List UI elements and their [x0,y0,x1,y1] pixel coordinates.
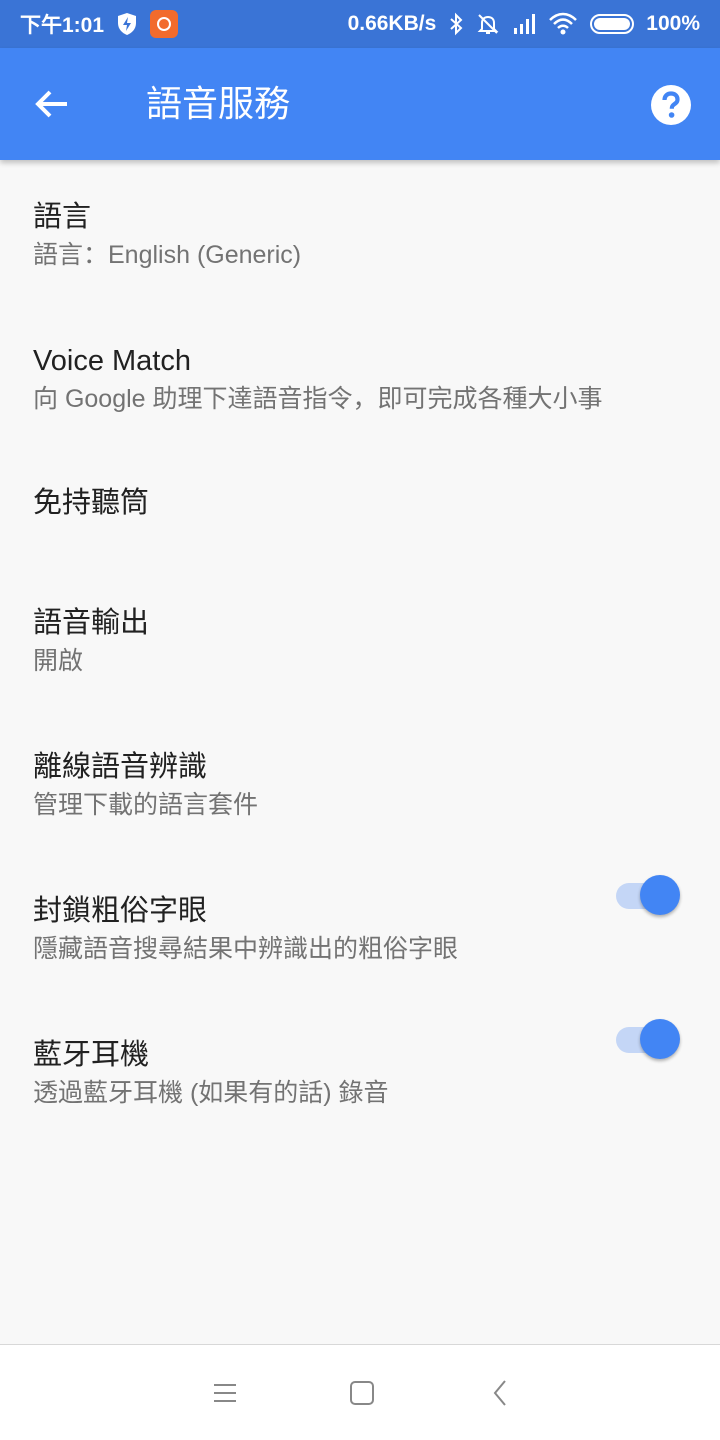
settings-list: 語言 語言：English (Generic) Voice Match 向 Go… [0,160,720,1128]
toggle-thumb [640,1019,680,1059]
setting-title: 免持聽筒 [33,487,150,519]
setting-block-offensive[interactable]: 封鎖粗俗字眼 隱藏語音搜尋結果中辨識出的粗俗字眼 [0,840,720,984]
battery-icon [590,14,635,34]
page-title: 語音服務 [146,83,291,124]
battery-fill [594,18,631,30]
block-offensive-toggle[interactable] [614,873,682,917]
help-circle-icon [651,85,691,125]
setting-title: 語言 [33,201,92,233]
setting-offline-recognition[interactable]: 離線語音辨識 管理下載的語言套件 [0,696,720,840]
arrow-left-icon [35,90,67,118]
status-bar: 下午1:01 0.66KB/s 100% [0,0,720,48]
setting-bluetooth-headset[interactable]: 藍牙耳機 透過藍牙耳機 (如果有的話) 錄音 [0,984,720,1128]
home-square-icon [350,1381,374,1405]
system-nav-bar [0,1344,720,1440]
nav-menu-button[interactable] [205,1375,245,1411]
setting-subtitle: 隱藏語音搜尋結果中辨識出的粗俗字眼 [33,935,459,963]
setting-language[interactable]: 語言 語言：English (Generic) [0,160,720,304]
setting-voice-match[interactable]: Voice Match 向 Google 助理下達語音指令，即可完成各種大小事 [0,304,720,448]
back-button[interactable] [32,84,72,124]
back-chevron-icon [493,1380,506,1406]
setting-title: Voice Match [33,345,191,377]
setting-subtitle: 管理下載的語言套件 [33,791,259,819]
app-bar: 語音服務 [0,48,720,160]
nav-back-button[interactable] [480,1375,520,1411]
setting-subtitle: 透過藍牙耳機 (如果有的話) 錄音 [33,1079,389,1107]
setting-title: 語音輸出 [33,607,150,639]
status-time: 下午1:01 [20,14,105,37]
status-bar-right: 0.66KB/s 100% [348,12,700,36]
bluetooth-headset-toggle[interactable] [614,1017,682,1061]
toggle-thumb [640,875,680,915]
help-button[interactable] [650,84,692,126]
bluetooth-icon [448,12,464,36]
bell-off-icon [476,12,500,36]
setting-subtitle: 開啟 [33,647,84,675]
wifi-icon [548,12,578,36]
nav-home-button[interactable] [342,1375,382,1411]
shield-bolt-icon [116,12,138,36]
network-speed: 0.66KB/s [347,12,437,35]
setting-subtitle: 語言：English (Generic) [33,241,302,269]
menu-icon [214,1384,236,1402]
setting-title: 離線語音辨識 [33,751,208,783]
setting-subtitle: 向 Google 助理下達語音指令，即可完成各種大小事 [33,385,603,413]
app-badge-icon [150,10,179,38]
status-bar-left: 下午1:01 [20,9,179,39]
battery-percent: 100% [646,12,700,35]
setting-handsfree[interactable]: 免持聽筒 [0,448,720,552]
setting-speech-output[interactable]: 語音輸出 開啟 [0,552,720,696]
signal-icon [512,13,536,35]
